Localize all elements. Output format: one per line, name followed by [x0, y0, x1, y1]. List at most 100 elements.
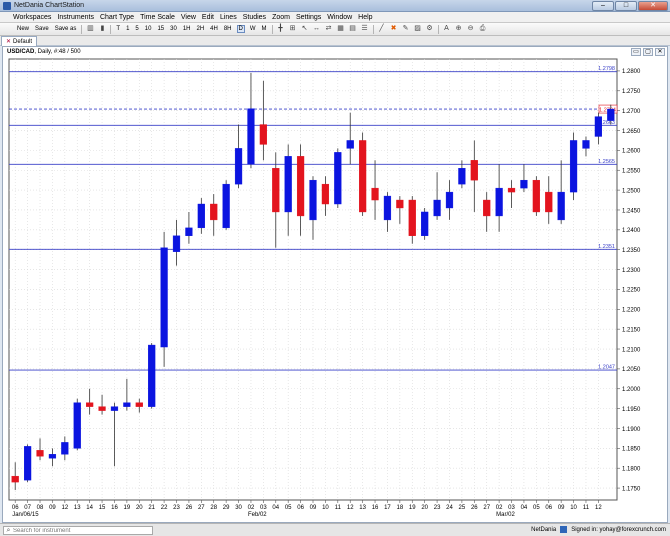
candle-up[interactable] — [24, 446, 32, 481]
candle-chart-icon[interactable]: ▮ — [98, 25, 106, 33]
candle-down[interactable] — [135, 402, 143, 407]
candle-down[interactable] — [98, 406, 106, 411]
pencil-icon[interactable]: ✎ — [402, 25, 410, 33]
close-button[interactable]: ✕ — [638, 1, 668, 11]
candle-up[interactable] — [309, 179, 317, 221]
maximize-button[interactable]: □ — [615, 1, 637, 11]
candle-up[interactable] — [110, 406, 119, 411]
chart-close-icon[interactable]: ✕ — [655, 48, 665, 56]
candle-up[interactable] — [594, 116, 603, 137]
candlestick-chart[interactable]: 1.1750 1.1800 1.1850 1.1900 1.1950 1.2000 1.20… — [3, 47, 667, 522]
new-button[interactable]: New — [16, 26, 30, 32]
candle-up[interactable] — [284, 156, 292, 213]
list-icon[interactable]: ☰ — [361, 25, 369, 33]
menu-instruments[interactable]: Instruments — [54, 12, 97, 22]
period-30m[interactable]: 30 — [169, 26, 178, 32]
text-tool-icon[interactable]: A — [443, 25, 451, 33]
period-tick[interactable]: T — [115, 26, 121, 32]
zoom-out-icon[interactable]: ⊖ — [467, 25, 475, 33]
bar-chart-icon[interactable]: ▥ — [86, 25, 94, 33]
candle-down[interactable] — [86, 402, 94, 407]
candle-down[interactable] — [532, 179, 540, 213]
candle-down[interactable] — [296, 156, 305, 217]
candle-down[interactable] — [359, 140, 367, 213]
candle-down[interactable] — [545, 191, 553, 213]
candle-up[interactable] — [160, 247, 168, 348]
period-2h[interactable]: 2H — [195, 26, 205, 32]
candle-up[interactable] — [346, 140, 354, 149]
chart-window[interactable]: 1.1750 1.1800 1.1850 1.1900 1.1950 1.2000 1.20… — [2, 46, 668, 523]
candle-down[interactable] — [483, 199, 491, 217]
save-as-button[interactable]: Save as — [54, 26, 78, 32]
candle-down[interactable] — [371, 187, 379, 201]
candle-up[interactable] — [334, 152, 342, 205]
candle-down[interactable] — [259, 124, 267, 145]
menu-help[interactable]: Help — [355, 12, 375, 22]
period-1m[interactable]: 1 — [125, 26, 130, 32]
minimize-button[interactable]: – — [592, 1, 614, 11]
tab-close-icon[interactable]: ✕ — [6, 38, 11, 45]
line-tool-icon[interactable]: ╱ — [378, 25, 386, 33]
candle-up[interactable] — [234, 148, 243, 185]
candle-up[interactable] — [607, 108, 615, 121]
candle-up[interactable] — [222, 183, 230, 229]
cursor-icon[interactable]: ↖ — [301, 25, 309, 33]
period-15m[interactable]: 15 — [156, 26, 165, 32]
candle-up[interactable] — [421, 211, 429, 236]
menu-edit[interactable]: Edit — [199, 12, 217, 22]
period-daily[interactable]: D — [236, 25, 245, 33]
candle-down[interactable] — [408, 199, 416, 236]
indicator-icon[interactable]: ▨ — [414, 25, 422, 33]
candle-up[interactable] — [383, 195, 392, 221]
table-icon[interactable]: ▤ — [349, 25, 357, 33]
crosshair-icon[interactable]: ╋ — [277, 25, 285, 33]
candle-down[interactable] — [36, 450, 44, 457]
scroll-icon[interactable]: ⇄ — [325, 25, 333, 33]
menu-view[interactable]: View — [178, 12, 199, 22]
menu-chart-type[interactable]: Chart Type — [97, 12, 137, 22]
period-4h[interactable]: 4H — [209, 26, 219, 32]
period-monthly[interactable]: M — [261, 26, 268, 32]
period-weekly[interactable]: W — [249, 26, 257, 32]
period-1h[interactable]: 1H — [182, 26, 192, 32]
delete-icon[interactable]: ✖ — [390, 25, 398, 33]
candle-up[interactable] — [433, 199, 441, 217]
save-button[interactable]: Save — [34, 26, 50, 32]
candle-down[interactable] — [210, 203, 218, 221]
bars-icon[interactable]: ▦ — [337, 25, 345, 33]
tab-default[interactable]: ✕ Default — [1, 36, 38, 46]
menu-zoom[interactable]: Zoom — [269, 12, 293, 22]
candle-up[interactable] — [197, 203, 205, 229]
search-input[interactable] — [13, 527, 151, 534]
menu-workspaces[interactable]: Workspaces — [10, 12, 54, 22]
candle-up[interactable] — [148, 344, 156, 407]
candle-up[interactable] — [582, 140, 590, 149]
candle-up[interactable] — [569, 140, 578, 193]
print-icon[interactable]: ⎙ — [479, 25, 487, 33]
candle-down[interactable] — [470, 160, 478, 181]
candle-up[interactable] — [185, 227, 193, 236]
candle-down[interactable] — [396, 199, 404, 209]
candle-up[interactable] — [445, 191, 454, 209]
candle-up[interactable] — [520, 179, 528, 189]
chart-minimize-icon[interactable]: ▭ — [631, 48, 641, 56]
zoom-in-icon[interactable]: ⊕ — [455, 25, 463, 33]
menu-time-scale[interactable]: Time Scale — [137, 12, 178, 22]
period-5m[interactable]: 5 — [134, 26, 139, 32]
candle-up[interactable] — [458, 168, 466, 185]
candle-down[interactable] — [321, 183, 330, 205]
candle-down[interactable] — [11, 475, 19, 483]
candle-up[interactable] — [61, 442, 69, 455]
chart-maximize-icon[interactable]: ▢ — [643, 48, 653, 56]
menu-window[interactable]: Window — [324, 12, 355, 22]
period-10m[interactable]: 10 — [144, 26, 153, 32]
candle-up[interactable] — [48, 454, 57, 459]
candle-down[interactable] — [272, 168, 280, 213]
candle-down[interactable] — [507, 187, 516, 193]
instrument-search[interactable]: ⌕ — [3, 526, 153, 535]
pan-icon[interactable]: ↔ — [313, 25, 321, 33]
settings-icon[interactable]: ⚙ — [426, 25, 434, 33]
candle-up[interactable] — [172, 235, 181, 252]
zoom-range-icon[interactable]: ⊞ — [289, 25, 297, 33]
candle-up[interactable] — [123, 402, 131, 407]
